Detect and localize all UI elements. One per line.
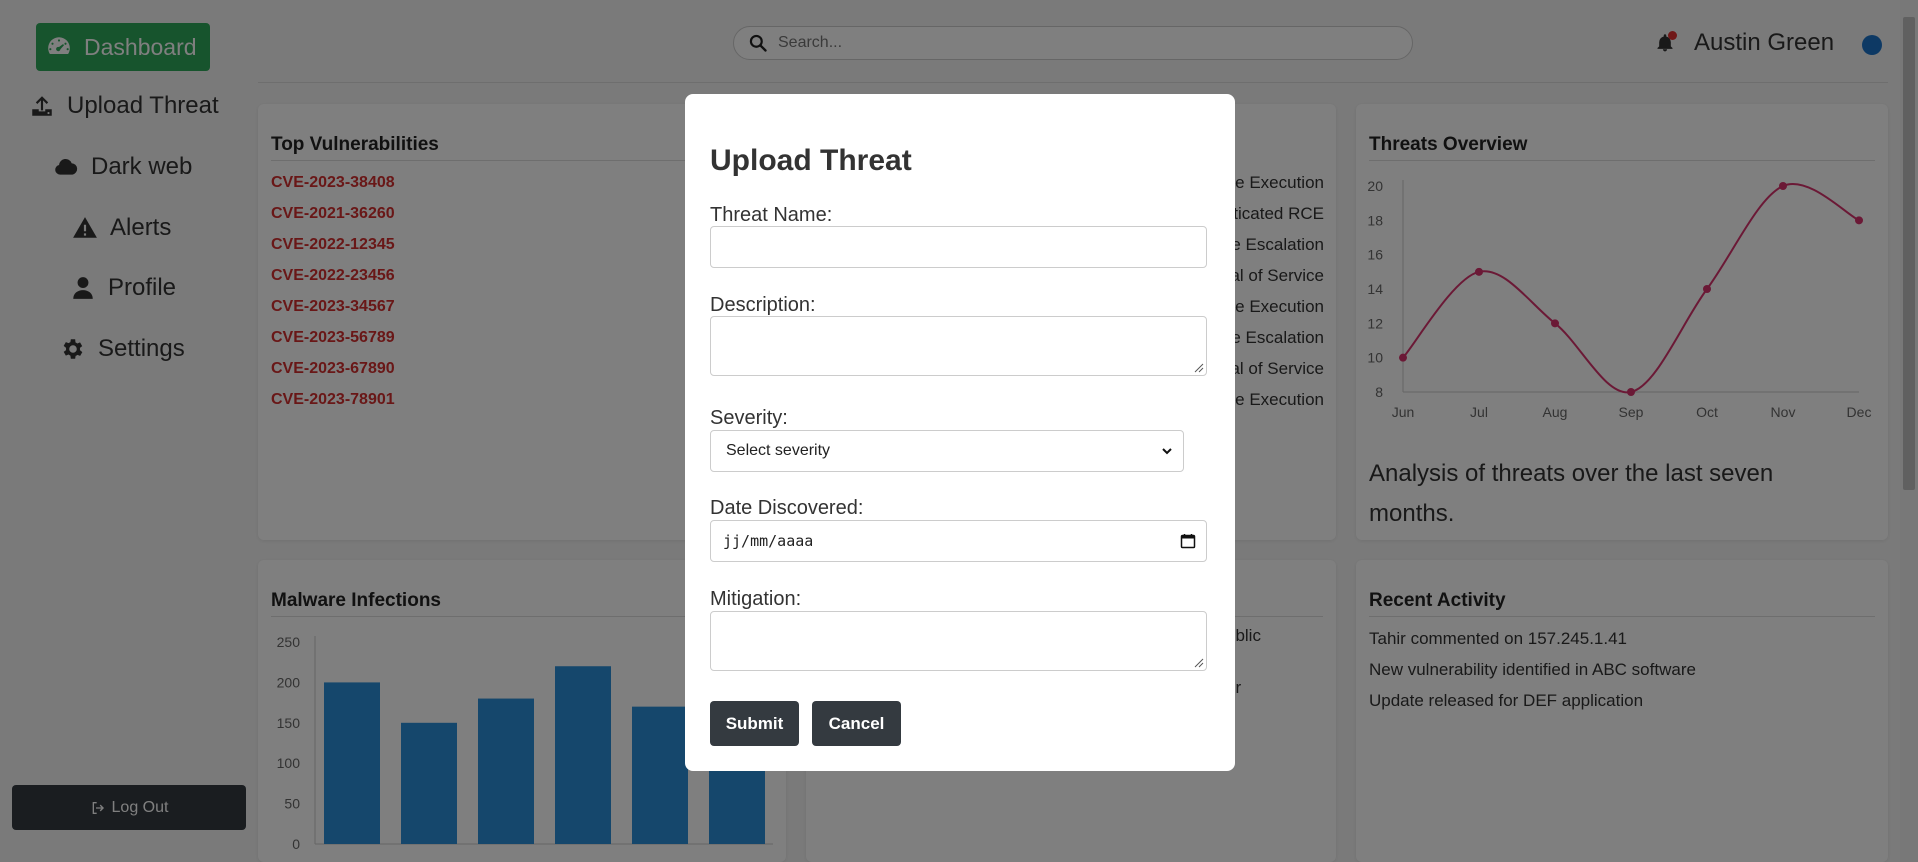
mitigation-textarea[interactable] bbox=[710, 611, 1207, 671]
resize-grip-icon[interactable] bbox=[1194, 658, 1204, 668]
date-placeholder: jj/mm/aaaa bbox=[723, 532, 814, 550]
date-discovered-label: Date Discovered: bbox=[710, 497, 864, 519]
description-label: Description: bbox=[710, 294, 816, 316]
submit-button[interactable]: Submit bbox=[710, 701, 799, 746]
threat-name-label: Threat Name: bbox=[710, 204, 833, 226]
severity-label: Severity: bbox=[710, 407, 788, 429]
cancel-button[interactable]: Cancel bbox=[812, 701, 901, 746]
threat-name-input[interactable] bbox=[710, 226, 1207, 268]
description-textarea[interactable] bbox=[710, 316, 1207, 376]
mitigation-label: Mitigation: bbox=[710, 588, 802, 610]
calendar-icon[interactable] bbox=[1180, 533, 1196, 549]
date-discovered-input[interactable]: jj/mm/aaaa bbox=[710, 520, 1207, 562]
modal-title: Upload Threat bbox=[710, 144, 912, 177]
chevron-down-icon bbox=[1162, 448, 1172, 455]
severity-select[interactable]: Select severity bbox=[710, 430, 1184, 472]
resize-grip-icon[interactable] bbox=[1194, 363, 1204, 373]
severity-value: Select severity bbox=[726, 442, 831, 459]
upload-threat-modal: Upload Threat Threat Name: Description: … bbox=[685, 94, 1235, 771]
